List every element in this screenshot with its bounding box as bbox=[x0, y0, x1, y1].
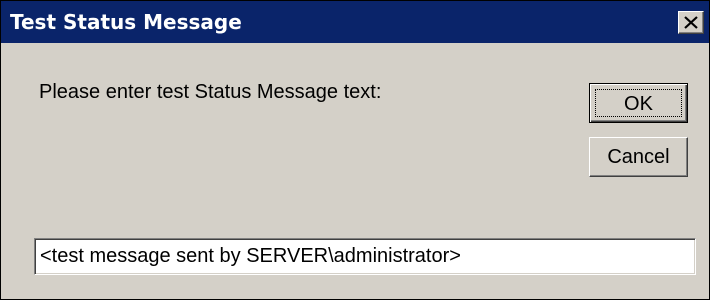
title-bar[interactable]: Test Status Message bbox=[1, 1, 709, 43]
close-button[interactable] bbox=[678, 11, 704, 34]
dialog-window: Test Status Message Please enter test St… bbox=[0, 0, 710, 300]
ok-button-label: OK bbox=[595, 89, 682, 117]
ok-button[interactable]: OK bbox=[589, 83, 688, 123]
cancel-button[interactable]: Cancel bbox=[589, 137, 688, 177]
status-message-input[interactable] bbox=[34, 238, 696, 275]
window-title: Test Status Message bbox=[10, 10, 242, 34]
prompt-label: Please enter test Status Message text: bbox=[39, 81, 382, 103]
close-icon bbox=[684, 16, 698, 29]
